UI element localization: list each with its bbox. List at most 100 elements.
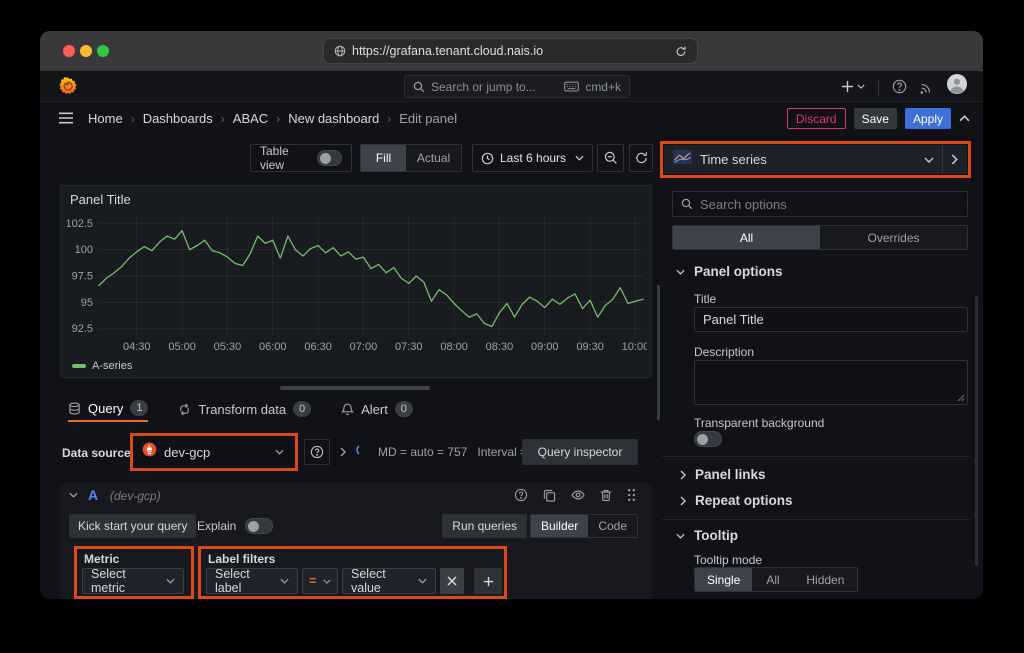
label-select[interactable]: Select label <box>206 568 298 594</box>
datasource-picker[interactable]: dev-gcp <box>134 439 292 465</box>
svg-text:97.5: 97.5 <box>72 271 93 283</box>
duplicate-query-icon[interactable] <box>543 489 556 502</box>
tab-all[interactable]: All <box>673 226 820 249</box>
add-filter-button[interactable] <box>474 568 502 594</box>
help-icon[interactable] <box>892 79 907 94</box>
tab-alert[interactable]: Alert 0 <box>341 398 413 422</box>
tooltip-header-label: Tooltip <box>694 528 738 543</box>
value-select[interactable]: Select value <box>342 568 436 594</box>
breadcrumb-dashboards[interactable]: Dashboards <box>143 111 213 126</box>
repeat-options-section-header[interactable]: Repeat options <box>680 493 793 508</box>
maximize-window-button[interactable] <box>97 45 109 57</box>
sidebar-scrollbar[interactable] <box>975 296 978 566</box>
time-range-picker[interactable]: Last 6 hours <box>472 144 593 172</box>
reload-icon[interactable] <box>675 45 687 58</box>
tab-query[interactable]: Query 1 <box>68 398 148 422</box>
search-input[interactable]: Search or jump to... cmd+k <box>404 75 630 98</box>
database-icon <box>68 402 81 415</box>
breadcrumb-home[interactable]: Home <box>88 111 123 126</box>
save-button[interactable]: Save <box>854 108 897 129</box>
add-menu-button[interactable] <box>841 80 865 93</box>
operator-select[interactable]: = <box>302 568 338 594</box>
query-help-icon[interactable] <box>514 488 528 502</box>
prometheus-icon <box>142 442 157 462</box>
svg-text:06:00: 06:00 <box>259 341 287 353</box>
svg-text:10:00: 10:00 <box>622 341 647 353</box>
svg-text:08:30: 08:30 <box>486 341 514 353</box>
discard-button[interactable]: Discard <box>787 108 846 129</box>
query-ref-id[interactable]: A <box>88 487 98 503</box>
collapse-query-chevron-icon[interactable] <box>69 492 78 498</box>
zoom-out-button[interactable] <box>597 144 624 172</box>
tooltip-single-option[interactable]: Single <box>695 568 752 591</box>
metric-select[interactable]: Select metric <box>82 568 184 594</box>
address-bar[interactable]: https://grafana.tenant.cloud.nais.io <box>323 38 698 64</box>
breadcrumb-separator: › <box>221 112 225 126</box>
svg-text:09:00: 09:00 <box>531 341 559 353</box>
tooltip-all-option[interactable]: All <box>752 568 793 591</box>
user-avatar[interactable] <box>947 74 967 99</box>
tab-overrides[interactable]: Overrides <box>820 226 967 249</box>
apply-button[interactable]: Apply <box>905 108 951 129</box>
tooltip-section-header[interactable]: Tooltip <box>676 528 738 543</box>
browser-window: https://grafana.tenant.cloud.nais.io <box>40 31 983 599</box>
visualization-picker[interactable]: Time series <box>664 145 967 174</box>
minimize-window-button[interactable] <box>80 45 92 57</box>
explain-toggle[interactable] <box>245 518 273 534</box>
tab-alert-badge: 0 <box>395 401 413 417</box>
fill-option[interactable]: Fill <box>361 145 406 171</box>
news-rss-icon[interactable] <box>920 80 934 94</box>
breadcrumb: Home › Dashboards › ABAC › New dashboard… <box>88 102 457 135</box>
collapse-pane-chevron-right-icon[interactable] <box>951 154 958 165</box>
hide-query-eye-icon[interactable] <box>571 489 585 501</box>
legend-label: A-series <box>92 360 132 372</box>
timeseries-viz-icon <box>673 150 692 169</box>
bell-icon <box>341 403 354 416</box>
chevron-down-icon <box>575 155 584 161</box>
options-search-input[interactable]: Search options <box>672 191 968 217</box>
remove-filter-button[interactable] <box>440 568 464 594</box>
breadcrumb-dashboard[interactable]: New dashboard <box>288 111 379 126</box>
tooltip-mode-label: Tooltip mode <box>694 553 762 567</box>
close-window-button[interactable] <box>63 45 75 57</box>
table-view-toggle[interactable] <box>317 150 342 166</box>
chevron-up-icon[interactable] <box>959 115 970 122</box>
refresh-button[interactable] <box>629 144 653 172</box>
code-option[interactable]: Code <box>588 515 637 537</box>
panel-links-section-header[interactable]: Panel links <box>680 467 766 482</box>
transparent-background-label: Transparent background <box>694 416 824 430</box>
actual-option[interactable]: Actual <box>406 145 461 171</box>
datasource-help-button[interactable] <box>304 439 330 465</box>
tooltip-mode-switch: Single All Hidden <box>694 567 858 592</box>
chevron-down-icon <box>924 157 934 163</box>
query-tab-bar: Query 1 Transform data 0 Alert 0 <box>68 397 413 423</box>
builder-option[interactable]: Builder <box>531 515 588 537</box>
breadcrumb-folder[interactable]: ABAC <box>233 111 268 126</box>
max-data-points-summary: MD = auto = 757 <box>378 445 467 459</box>
menu-hamburger-icon[interactable] <box>58 111 74 125</box>
dashboard-panel[interactable]: Panel Title 92.59597.5100102.504:3005:00… <box>60 185 652 378</box>
query-inspector-button[interactable]: Query inspector <box>522 439 638 465</box>
resize-drag-handle[interactable] <box>280 386 430 390</box>
panel-options-section-header[interactable]: Panel options <box>676 264 783 279</box>
kick-start-query-button[interactable]: Kick start your query <box>69 514 196 538</box>
grafana-logo[interactable] <box>58 76 78 101</box>
tab-query-label: Query <box>88 401 123 416</box>
tooltip-hidden-option[interactable]: Hidden <box>794 568 857 591</box>
explain-label: Explain <box>197 519 236 533</box>
drag-grip-icon[interactable] <box>627 488 636 502</box>
panel-description-textarea[interactable] <box>694 360 968 405</box>
tab-query-badge: 1 <box>130 400 148 416</box>
delete-query-trash-icon[interactable] <box>600 489 612 502</box>
panel-options-header-label: Panel options <box>694 264 783 279</box>
chart-legend[interactable]: A-series <box>72 360 132 372</box>
transparent-background-toggle[interactable] <box>694 431 722 447</box>
options-search-placeholder: Search options <box>700 197 787 212</box>
tab-transform-data[interactable]: Transform data 0 <box>178 398 311 422</box>
main-pane-scrollbar[interactable] <box>657 285 660 420</box>
panel-title-input[interactable] <box>694 307 968 332</box>
tab-alert-label: Alert <box>361 402 388 417</box>
svg-text:08:00: 08:00 <box>440 341 468 353</box>
query-options-summary[interactable]: MD = auto = 757 Interval = 30s <box>340 439 550 465</box>
run-queries-button[interactable]: Run queries <box>442 514 527 538</box>
